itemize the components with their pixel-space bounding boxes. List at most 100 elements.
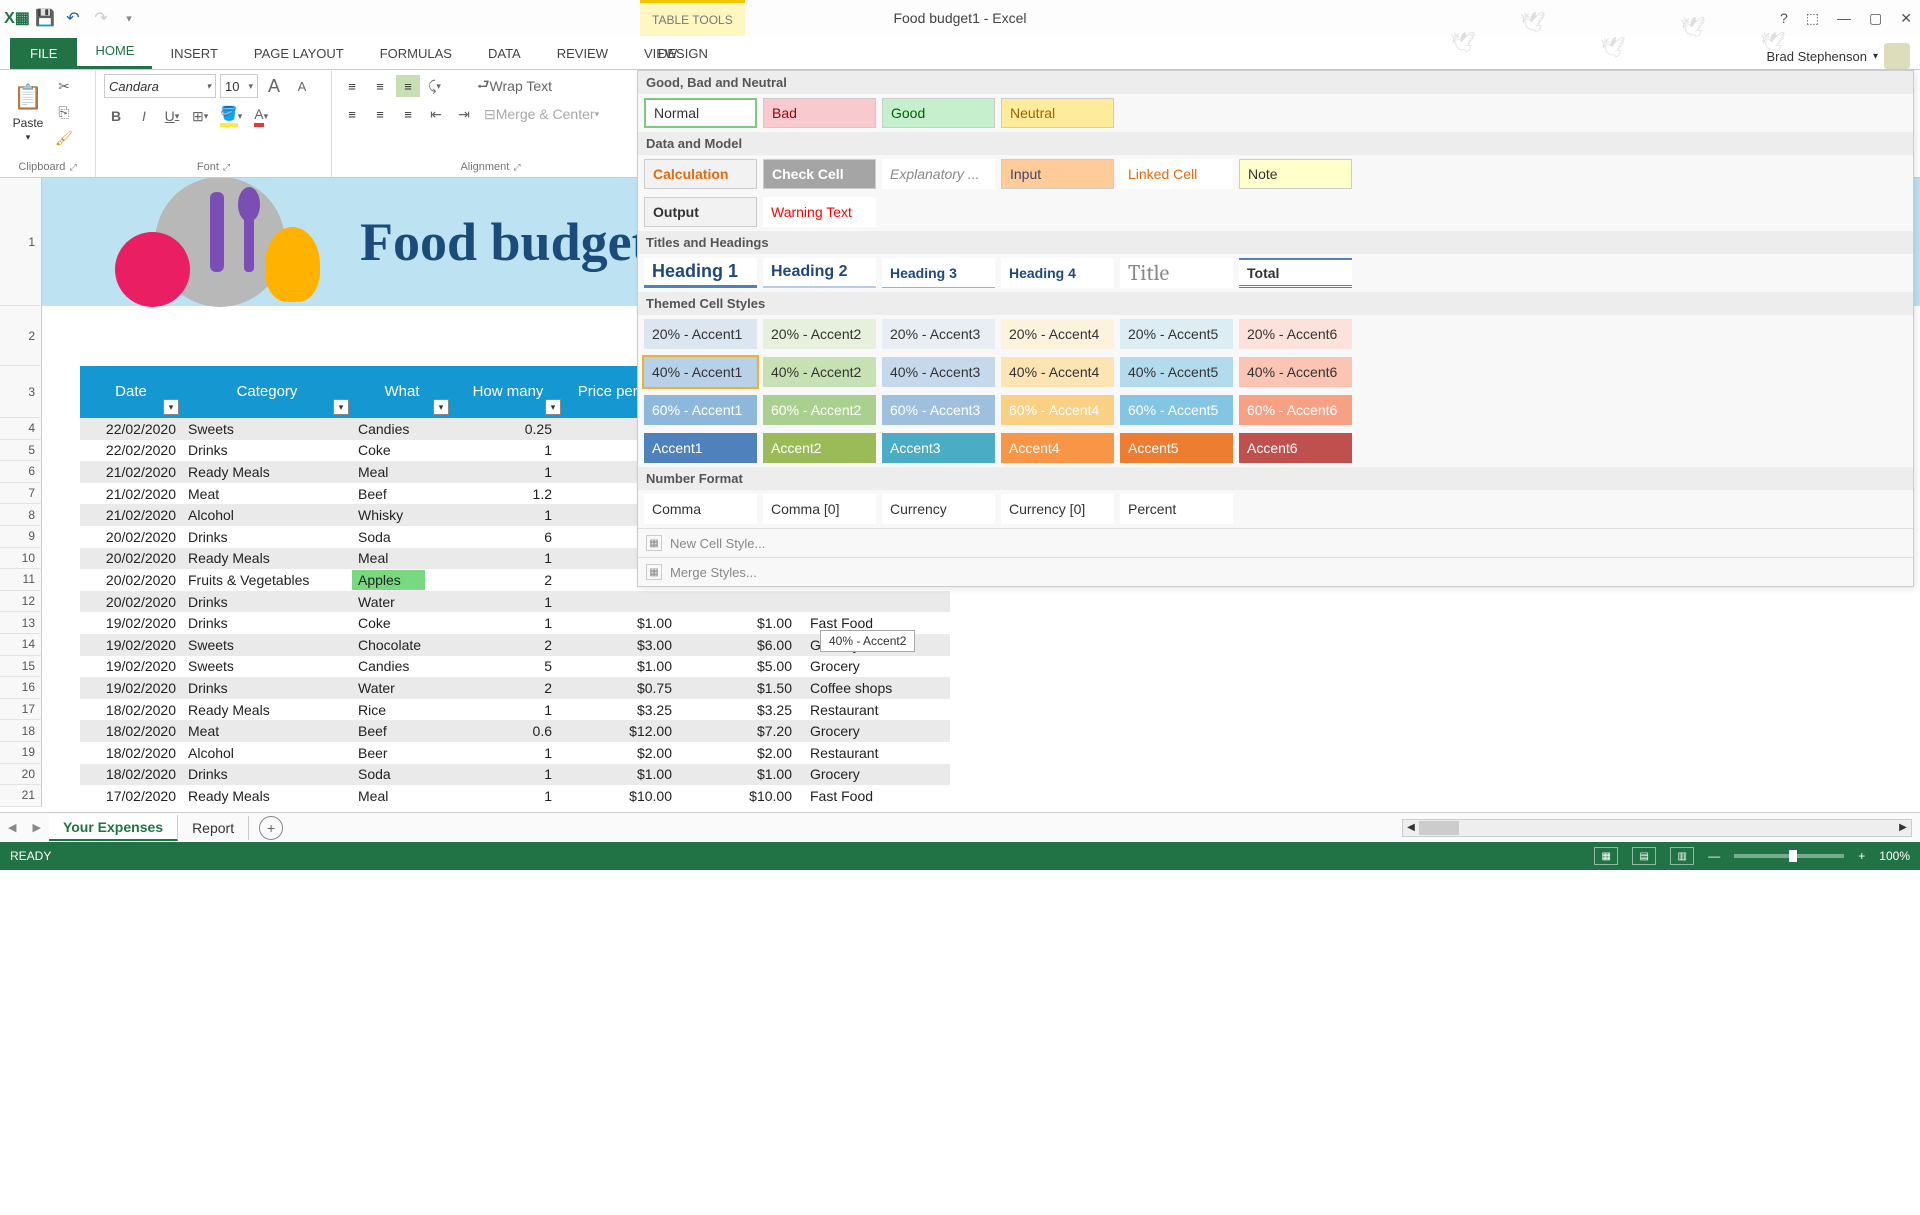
style-calculation[interactable]: Calculation <box>644 159 757 189</box>
style-accent4[interactable]: Accent4 <box>1001 433 1114 463</box>
align-right-icon[interactable]: ≡ <box>396 103 420 125</box>
row-header[interactable]: 16 <box>0 677 42 699</box>
style-40-accent2[interactable]: 40% - Accent2 <box>763 357 876 387</box>
alignment-launcher-icon[interactable]: ⤢ <box>513 162 520 172</box>
align-center-icon[interactable]: ≡ <box>368 103 392 125</box>
sheet-tab-report[interactable]: Report <box>178 816 249 840</box>
style-note[interactable]: Note <box>1239 159 1352 189</box>
style-normal[interactable]: Normal <box>644 98 757 128</box>
row-header[interactable]: 5 <box>0 440 42 462</box>
style-accent5[interactable]: Accent5 <box>1120 433 1233 463</box>
style-accent2[interactable]: Accent2 <box>763 433 876 463</box>
style-neutral[interactable]: Neutral <box>1001 98 1114 128</box>
row-header[interactable]: 8 <box>0 504 42 526</box>
style-percent[interactable]: Percent <box>1120 494 1233 524</box>
sheet-tab-your-expenses[interactable]: Your Expenses <box>49 815 178 841</box>
maximize-icon[interactable]: ▢ <box>1869 10 1882 27</box>
style-40-accent6[interactable]: 40% - Accent6 <box>1239 357 1352 387</box>
tab-insert[interactable]: INSERT <box>152 38 235 69</box>
row-header[interactable]: 1 <box>0 178 42 306</box>
view-normal-icon[interactable]: ▦ <box>1594 847 1618 865</box>
style-comma[interactable]: Comma <box>644 494 757 524</box>
zoom-slider[interactable] <box>1734 854 1844 858</box>
style-60-accent2[interactable]: 60% - Accent2 <box>763 395 876 425</box>
table-row[interactable]: 19/02/2020SweetsCandies5$1.00$5.00Grocer… <box>80 656 950 678</box>
style-total[interactable]: Total <box>1239 258 1352 288</box>
row-header[interactable]: 9 <box>0 526 42 548</box>
orientation-icon[interactable]: ⤹▾ <box>424 74 445 98</box>
style-20-accent6[interactable]: 20% - Accent6 <box>1239 319 1352 349</box>
align-left-icon[interactable]: ≡ <box>340 103 364 125</box>
tab-review[interactable]: REVIEW <box>539 38 626 69</box>
style-60-accent1[interactable]: 60% - Accent1 <box>644 395 757 425</box>
style-accent6[interactable]: Accent6 <box>1239 433 1352 463</box>
zoom-out-icon[interactable]: — <box>1708 849 1720 863</box>
qat-customize-icon[interactable]: ▾ <box>120 9 138 27</box>
row-header[interactable]: 15 <box>0 656 42 678</box>
font-name-select[interactable]: Candara▾ <box>104 74 216 98</box>
style-60-accent3[interactable]: 60% - Accent3 <box>882 395 995 425</box>
style-heading3[interactable]: Heading 3 <box>882 258 995 288</box>
italic-button[interactable]: I <box>132 104 156 128</box>
style-heading1[interactable]: Heading 1 <box>644 258 757 288</box>
table-row[interactable]: 18/02/2020Ready MealsRice1$3.25$3.25Rest… <box>80 699 950 721</box>
style-40-accent1[interactable]: 40% - Accent1 <box>644 357 757 387</box>
decrease-indent-icon[interactable]: ⇤ <box>424 102 448 126</box>
style-accent3[interactable]: Accent3 <box>882 433 995 463</box>
row-header[interactable]: 13 <box>0 612 42 634</box>
close-icon[interactable]: ✕ <box>1900 10 1912 27</box>
row-header[interactable]: 21 <box>0 785 42 807</box>
style-60-accent5[interactable]: 60% - Accent5 <box>1120 395 1233 425</box>
filter-category-icon[interactable]: ▾ <box>333 399 349 415</box>
style-warning-text[interactable]: Warning Text <box>763 197 876 227</box>
clipboard-launcher-icon[interactable]: ⤢ <box>69 162 76 172</box>
style-currency[interactable]: Currency <box>882 494 995 524</box>
table-row[interactable]: 18/02/2020AlcoholBeer1$2.00$2.00Restaura… <box>80 742 950 764</box>
undo-icon[interactable]: ↶ <box>64 9 82 27</box>
font-size-select[interactable]: 10▾ <box>220 74 258 98</box>
style-title[interactable]: Title <box>1120 258 1233 288</box>
style-linked-cell[interactable]: Linked Cell <box>1120 159 1233 189</box>
bold-button[interactable]: B <box>104 104 128 128</box>
zoom-level[interactable]: 100% <box>1879 849 1910 863</box>
tab-data[interactable]: DATA <box>470 38 539 69</box>
row-header[interactable]: 20 <box>0 764 42 786</box>
row-header[interactable]: 12 <box>0 591 42 613</box>
wrap-text-button[interactable]: ⮐ Wrap Text <box>473 74 556 98</box>
user-account[interactable]: Brad Stephenson ▾ <box>1767 43 1911 69</box>
help-icon[interactable]: ? <box>1780 10 1788 27</box>
horizontal-scrollbar[interactable]: ◀▶ <box>1402 819 1912 837</box>
filter-what-icon[interactable]: ▾ <box>433 399 449 415</box>
row-header[interactable]: 2 <box>0 306 42 366</box>
minimize-icon[interactable]: — <box>1837 10 1851 27</box>
row-header[interactable]: 17 <box>0 699 42 721</box>
table-row[interactable]: 19/02/2020DrinksWater2$0.75$1.50Coffee s… <box>80 677 950 699</box>
row-header[interactable]: 7 <box>0 483 42 505</box>
ribbon-options-icon[interactable]: ⬚ <box>1806 10 1819 27</box>
table-row[interactable]: 20/02/2020DrinksWater1 <box>80 591 950 613</box>
style-accent1[interactable]: Accent1 <box>644 433 757 463</box>
row-header[interactable]: 18 <box>0 720 42 742</box>
merge-styles[interactable]: ▦Merge Styles... <box>638 557 1913 586</box>
fill-color-button[interactable]: 🪣▾ <box>216 104 246 128</box>
tab-home[interactable]: HOME <box>77 35 152 69</box>
row-header[interactable]: 11 <box>0 569 42 591</box>
style-explanatory[interactable]: Explanatory ... <box>882 159 995 189</box>
decrease-font-icon[interactable]: A <box>290 74 314 98</box>
font-color-button[interactable]: A▾ <box>250 104 272 128</box>
row-header[interactable]: 4 <box>0 418 42 440</box>
align-bottom-icon[interactable]: ≡ <box>396 75 420 97</box>
view-page-break-icon[interactable]: ▥ <box>1670 847 1694 865</box>
zoom-in-icon[interactable]: + <box>1858 849 1865 863</box>
table-row[interactable]: 18/02/2020DrinksSoda1$1.00$1.00Grocery <box>80 764 950 786</box>
redo-icon[interactable]: ↷ <box>92 9 110 27</box>
style-20-accent4[interactable]: 20% - Accent4 <box>1001 319 1114 349</box>
sheet-nav-next-icon[interactable]: ▶ <box>24 821 48 834</box>
table-row[interactable]: 18/02/2020MeatBeef0.6$12.00$7.20Grocery <box>80 720 950 742</box>
sheet-nav-prev-icon[interactable]: ◀ <box>0 821 24 834</box>
increase-indent-icon[interactable]: ⇥ <box>452 102 476 126</box>
tab-formulas[interactable]: FORMULAS <box>362 38 470 69</box>
row-header[interactable]: 3 <box>0 366 42 418</box>
align-middle-icon[interactable]: ≡ <box>368 75 392 97</box>
style-60-accent6[interactable]: 60% - Accent6 <box>1239 395 1352 425</box>
